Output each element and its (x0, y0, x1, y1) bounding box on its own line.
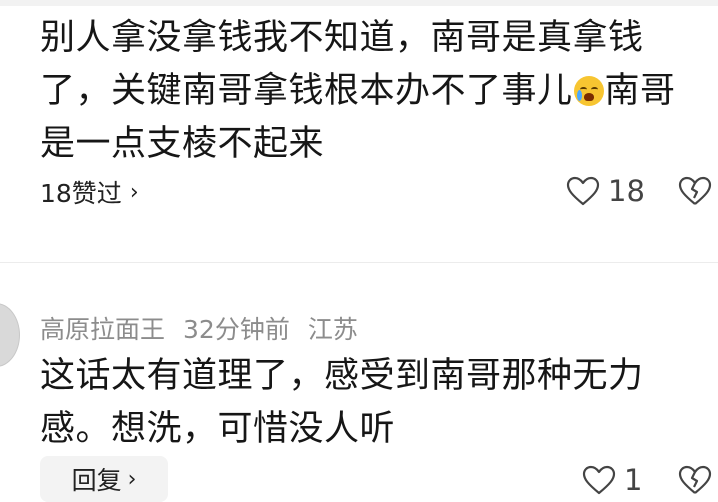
reply-button[interactable]: 回复 › (40, 456, 168, 502)
broken-heart-icon (678, 465, 712, 494)
avatar[interactable] (0, 303, 20, 367)
likes-summary-link[interactable]: 18赞过 › (40, 174, 139, 210)
dislike-button-2[interactable] (678, 465, 712, 499)
heart-icon (582, 465, 616, 495)
broken-heart-icon (678, 176, 712, 205)
timestamp: 32分钟前 (183, 315, 290, 344)
comment-1-text-part1: 别人拿没拿钱我不知道，南哥是真拿钱了，关键南哥拿钱根本办不了事儿 (40, 18, 644, 111)
reply-label: 回复 (71, 466, 122, 495)
comment-1-text: 别人拿没拿钱我不知道，南哥是真拿钱了，关键南哥拿钱根本办不了事儿 南哥是一点支棱不… (40, 12, 680, 171)
like-button-2[interactable]: 1 (582, 463, 642, 497)
like-count: 18 (608, 174, 645, 208)
chevron-right-icon: › (129, 179, 139, 205)
crying-face-icon (573, 76, 604, 106)
location: 江苏 (307, 315, 358, 344)
like-count-2: 1 (624, 463, 643, 497)
chevron-right-icon: › (127, 466, 137, 492)
username[interactable]: 高原拉面王 (40, 315, 165, 344)
comment-2-meta: 高原拉面王 32分钟前 江苏 (40, 310, 376, 346)
like-button[interactable]: 18 (566, 174, 645, 208)
comment-divider (0, 262, 718, 263)
heart-icon (566, 176, 600, 206)
comment-2-text: 这话太有道理了，感受到南哥那种无力感。想洗，可惜没人听 (40, 356, 644, 449)
dislike-button[interactable] (678, 176, 712, 210)
likes-summary-label: 18赞过 (40, 179, 122, 208)
top-edge (0, 0, 718, 6)
